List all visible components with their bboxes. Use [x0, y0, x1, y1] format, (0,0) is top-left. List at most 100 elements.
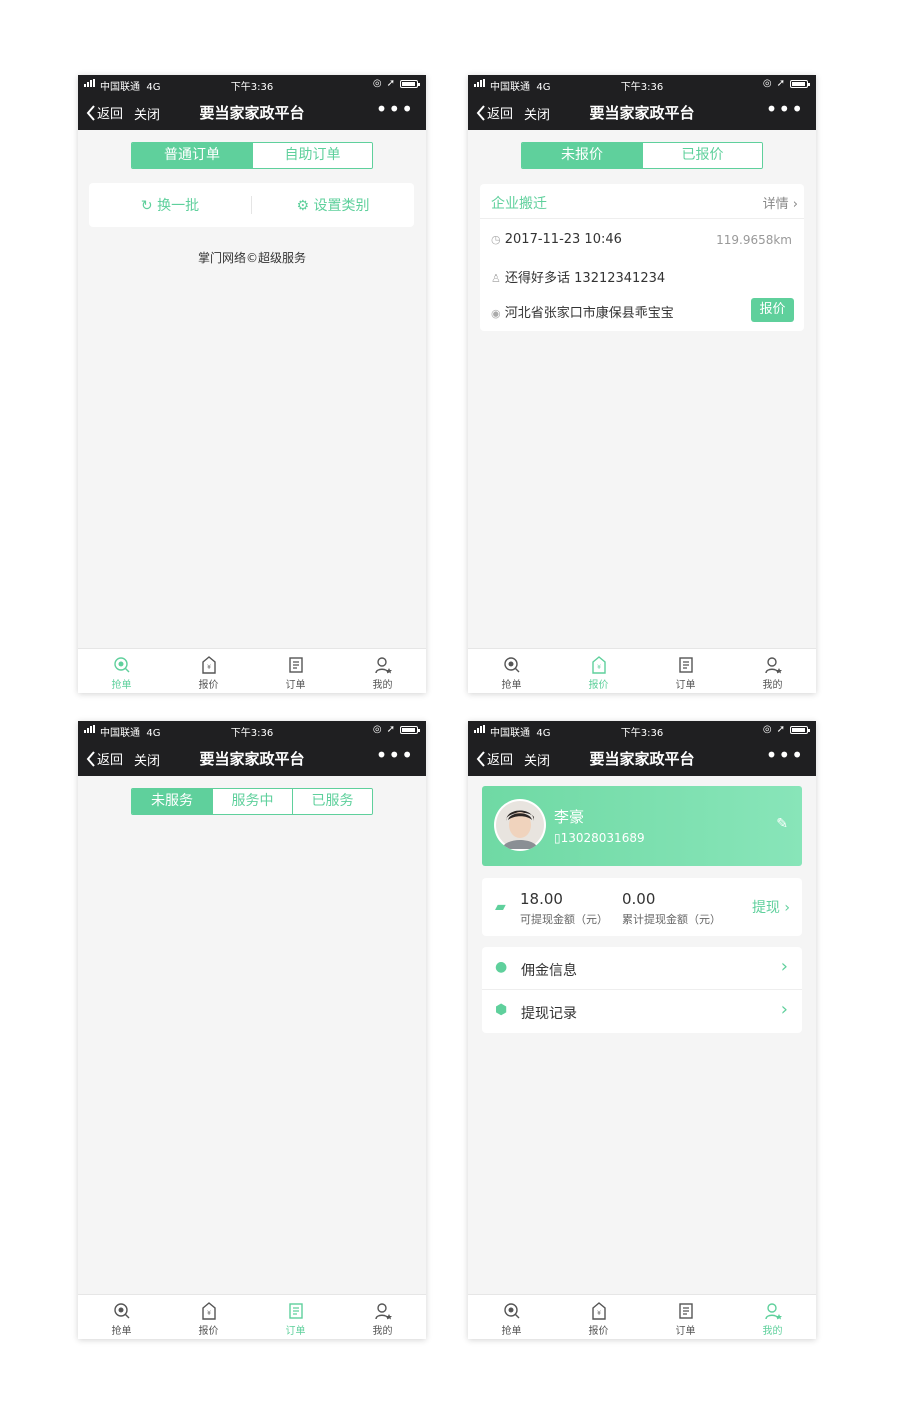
profile-phone-row: ▯13028031689: [554, 831, 645, 845]
tab-pending-service[interactable]: 未服务: [132, 789, 212, 814]
tab-mine-label: 我的: [762, 680, 783, 691]
tab-orders-label: 订单: [675, 1326, 696, 1337]
nav-bar: 返回 关闭 要当家家政平台 •••: [78, 740, 426, 776]
user-star-icon: [764, 1303, 782, 1320]
battery-icon: [790, 79, 810, 88]
tab-orders[interactable]: 订单: [642, 649, 729, 693]
wallet-icon: ▰: [495, 899, 506, 915]
phone-icon: ▯: [554, 831, 561, 845]
tab-self-orders[interactable]: 自助订单: [252, 143, 372, 168]
tab-quote[interactable]: ¥ 报价: [555, 1295, 642, 1339]
order-address-row: ◉ 河北省张家口市康保县乖宝宝: [491, 302, 674, 321]
chevron-right-icon: ›: [780, 956, 788, 977]
order-address: 河北省张家口市康保县乖宝宝: [504, 306, 674, 321]
tab-grab[interactable]: 抢单: [78, 649, 165, 693]
nav-bar: 返回 关闭 要当家家政平台 •••: [468, 94, 816, 130]
tab-unquoted[interactable]: 未报价: [522, 143, 642, 168]
tab-mine-label: 我的: [762, 1326, 783, 1337]
more-button[interactable]: •••: [766, 97, 804, 121]
tab-mine[interactable]: 我的: [729, 1295, 816, 1339]
nav-bar: 返回 关闭 要当家家政平台 •••: [468, 740, 816, 776]
withdraw-button[interactable]: 提现 ›: [752, 897, 790, 917]
bottom-tab-bar: 抢单 ¥ 报价 订单 我的: [78, 648, 426, 693]
chevron-right-icon: ›: [780, 999, 788, 1020]
tab-served[interactable]: 已服务: [292, 789, 372, 814]
refresh-button[interactable]: ↻ 换一批: [89, 195, 251, 215]
avatar-image: [496, 801, 544, 849]
avatar[interactable]: [494, 799, 546, 851]
status-bar: 中国联通 4G 下午3:36 ◎ ➚: [468, 75, 816, 94]
order-card[interactable]: 企业搬迁 详情 › ◷ 2017-11-23 10:46 119.9658km …: [480, 184, 804, 331]
tab-grab[interactable]: 抢单: [78, 1295, 165, 1339]
screen-mine: 中国联通 4G 下午3:36 ◎ ➚ 返回 关闭 要当家家政平台 ••• 李豪 ▯…: [468, 721, 816, 1339]
order-card-header: 企业搬迁 详情 ›: [480, 184, 804, 219]
tab-grab[interactable]: 抢单: [468, 1295, 555, 1339]
more-button[interactable]: •••: [376, 97, 414, 121]
tab-grab-label: 抢单: [111, 680, 132, 691]
tab-quoted[interactable]: 已报价: [642, 143, 762, 168]
tab-mine[interactable]: 我的: [339, 1295, 426, 1339]
tab-in-service[interactable]: 服务中: [212, 789, 292, 814]
lock-rotation-icon: ◎: [762, 78, 772, 89]
withdraw-label: 提现: [751, 900, 780, 916]
set-category-button[interactable]: ⚙ 设置类别: [252, 195, 414, 215]
tab-mine[interactable]: 我的: [339, 649, 426, 693]
grab-icon: [503, 657, 519, 673]
user-star-icon: [374, 657, 392, 674]
menu-item-commission[interactable]: ● 佣金信息 ›: [482, 947, 802, 990]
edit-icon[interactable]: ✎: [776, 816, 788, 832]
page-title: 要当家家政平台: [589, 750, 695, 768]
menu-item-withdraw-records[interactable]: ⬢ 提现记录 ›: [482, 990, 802, 1033]
money-bag-icon: ●: [495, 959, 508, 975]
quote-status-tabs: 未报价 已报价: [521, 142, 763, 169]
tab-quote-label: 报价: [588, 1326, 609, 1337]
bottom-tab-bar: 抢单 ¥ 报价 订单 我的: [468, 648, 816, 693]
orders-icon: [678, 657, 693, 673]
location-icon: ➚: [386, 724, 395, 735]
profile-name: 李豪: [554, 808, 585, 826]
bottom-tab-bar: 抢单 ¥ 报价 订单 我的: [468, 1294, 816, 1339]
detail-label: 详情: [762, 197, 789, 212]
order-datetime-row: ◷ 2017-11-23 10:46: [491, 232, 622, 247]
quote-icon: ¥: [201, 656, 216, 674]
location-icon: ➚: [776, 724, 785, 735]
tab-orders[interactable]: 订单: [252, 1295, 339, 1339]
tab-quote[interactable]: ¥ 报价: [555, 649, 642, 693]
menu-item-label: 佣金信息: [521, 963, 577, 979]
tab-normal-orders[interactable]: 普通订单: [132, 143, 252, 168]
available-label: 可提现金额（元）: [520, 913, 608, 926]
tab-orders[interactable]: 订单: [252, 649, 339, 693]
tab-quote-label: 报价: [198, 1326, 219, 1337]
user-star-icon: [374, 1303, 392, 1320]
more-button[interactable]: •••: [376, 743, 414, 767]
menu-card: ● 佣金信息 › ⬢ 提现记录 ›: [482, 947, 802, 1033]
person-icon: ♙: [491, 272, 501, 285]
orders-icon: [288, 657, 303, 673]
tab-orders-label: 订单: [285, 1326, 306, 1337]
total-withdrawn-amount: 0.00: [622, 890, 656, 908]
grab-icon: [113, 1303, 129, 1319]
more-button[interactable]: •••: [766, 743, 804, 767]
lock-rotation-icon: ◎: [762, 724, 772, 735]
detail-link[interactable]: 详情 ›: [763, 193, 798, 212]
page-title: 要当家家政平台: [589, 104, 695, 122]
bottom-tab-bar: 抢单 ¥ 报价 订单 我的: [78, 1294, 426, 1339]
order-contact: 还得好多话 13212341234: [505, 271, 666, 286]
lock-rotation-icon: ◎: [372, 724, 382, 735]
location-pin-icon: ◉: [491, 307, 501, 320]
orders-icon: [288, 1303, 303, 1319]
svg-text:¥: ¥: [597, 1310, 601, 1317]
tab-quote[interactable]: ¥ 报价: [165, 1295, 252, 1339]
gear-icon: ⚙: [296, 198, 310, 214]
order-type: 企业搬迁: [491, 196, 547, 212]
location-icon: ➚: [386, 78, 395, 89]
tab-quote[interactable]: ¥ 报价: [165, 649, 252, 693]
screen-quote: 中国联通 4G 下午3:36 ◎ ➚ 返回 关闭 要当家家政平台 ••• 未报价 …: [468, 75, 816, 693]
quote-button[interactable]: 报价: [751, 298, 794, 322]
tab-mine[interactable]: 我的: [729, 649, 816, 693]
battery-icon: [400, 79, 420, 88]
tab-orders[interactable]: 订单: [642, 1295, 729, 1339]
tab-grab[interactable]: 抢单: [468, 649, 555, 693]
quote-icon: ¥: [591, 656, 606, 674]
quote-icon: ¥: [591, 1302, 606, 1320]
